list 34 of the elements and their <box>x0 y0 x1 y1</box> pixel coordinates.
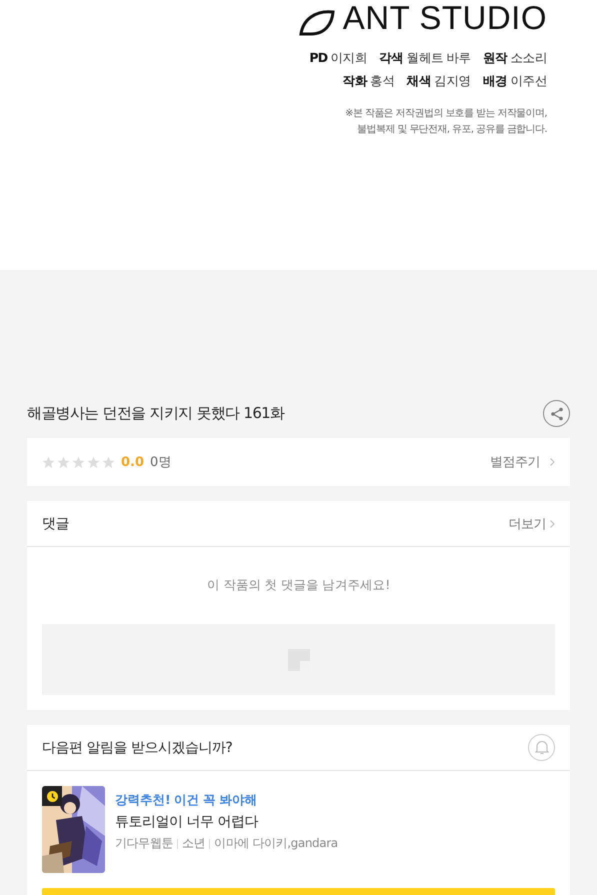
star-icon <box>87 456 100 468</box>
credit-text: 배경 이주선 <box>482 73 547 90</box>
rating-score: 0.0 <box>121 454 144 470</box>
bell-icon <box>534 740 548 755</box>
notification-question: 다음편 알림을 받으시겠습니까? <box>42 738 232 756</box>
empty-comments-message: 이 작품의 첫 댓글을 남겨주세요! <box>207 577 390 594</box>
share-icon <box>550 406 564 420</box>
chevron-right-icon <box>550 458 555 466</box>
webtoon-title-link[interactable]: 튜토리얼이 너무 어렵다 <box>115 813 338 831</box>
bell-button[interactable] <box>528 734 555 761</box>
credit-text: PD 이지희 <box>309 50 368 67</box>
star-icon <box>102 456 115 468</box>
star-icon <box>57 456 70 468</box>
copyright-notice: 불법복제 및 무단전재, 유포, 공유를 금합니다. <box>357 123 547 136</box>
credit-text: 원작 소소리 <box>482 50 547 67</box>
webtoon-meta: 소년 <box>182 835 206 852</box>
comments-title: 댓글 <box>42 514 69 532</box>
leaf-logo-icon <box>298 10 335 36</box>
star-icon <box>72 456 85 468</box>
credit-text: 채색 김지영 <box>406 73 471 90</box>
rate-link[interactable]: 별점주기 <box>490 453 540 471</box>
recommendation-tagline: 강력추천! 이건 꼭 봐야해 <box>115 792 258 809</box>
share-button[interactable] <box>543 400 570 427</box>
rating-count: 0명 <box>150 454 172 471</box>
credit-text: 작화 홍석 <box>342 73 395 90</box>
episode-title: 해골병사는 던전을 지키지 못했다 161화 <box>27 404 284 423</box>
copyright-notice: ※본 작품은 저작권법의 보호를 받는 저작물이며, <box>345 107 547 120</box>
studio-name: ANT STUDIO <box>342 0 547 36</box>
webtoon-meta: 기다무웹툰 <box>115 835 174 852</box>
more-link[interactable]: 더보기 <box>508 514 546 532</box>
star-icon <box>42 456 55 468</box>
credit-text: 각색 월헤트 바루 <box>379 50 471 67</box>
webtoon-meta: 이마에 다이키,gandara <box>214 835 338 852</box>
chevron-right-icon <box>550 520 555 528</box>
